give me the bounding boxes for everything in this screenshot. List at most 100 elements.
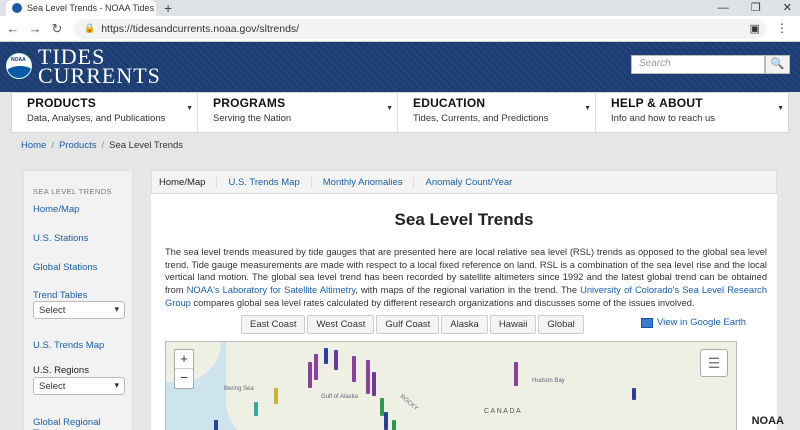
- trend-arrow-purple[interactable]: [314, 354, 318, 380]
- tides-currents-logo[interactable]: NOAA TIDES CURRENTS: [6, 46, 161, 88]
- trend-arrow-purple[interactable]: [308, 362, 312, 388]
- nav-title: PROGRAMS: [213, 96, 286, 110]
- region-east-coast-button[interactable]: East Coast: [241, 315, 306, 334]
- trend-arrow-purple[interactable]: [352, 356, 356, 382]
- region-buttons: East Coast West Coast Gulf Coast Alaska …: [241, 315, 584, 334]
- search-button[interactable]: 🔍: [765, 55, 790, 74]
- noaa-emblem-icon: NOAA: [6, 53, 32, 79]
- intro-paragraph: The sea level trends measured by tide ga…: [165, 246, 767, 310]
- google-earth-icon: [641, 317, 653, 328]
- layers-icon[interactable]: ☰: [700, 349, 728, 377]
- main-content: Home/Map U.S. Trends Map Monthly Anomali…: [151, 170, 777, 430]
- noaa-favicon-icon: [12, 3, 22, 13]
- address-bar: ← → ↻ 🔒 https://tidesandcurrents.noaa.go…: [0, 16, 800, 42]
- browser-menu-icon[interactable]: ⋮: [776, 21, 788, 35]
- search-input[interactable]: Search: [631, 55, 765, 74]
- reload-icon[interactable]: ↻: [48, 21, 66, 37]
- minimize-icon[interactable]: —: [718, 0, 729, 16]
- sidebar-item-us-stations[interactable]: U.S. Stations: [33, 233, 88, 244]
- trend-arrow-blue[interactable]: [324, 348, 328, 364]
- trend-arrow-blue[interactable]: [384, 412, 388, 430]
- sidebar-item-home-map[interactable]: Home/Map: [33, 204, 79, 215]
- nav-education[interactable]: EDUCATION Tides, Currents, and Predictio…: [398, 93, 596, 132]
- back-icon[interactable]: ←: [4, 21, 22, 36]
- hudson-bay-label: Hudson Bay: [532, 378, 565, 384]
- region-west-coast-button[interactable]: West Coast: [307, 315, 375, 334]
- close-window-icon[interactable]: ✕: [783, 0, 792, 16]
- sidebar: SEA LEVEL TRENDS Home/Map U.S. Stations …: [23, 170, 133, 430]
- logo-line2: CURRENTS: [38, 63, 161, 88]
- tab-anomaly-count[interactable]: Anomaly Count/Year: [413, 176, 523, 188]
- nav-products[interactable]: PRODUCTS Data, Analyses, and Publication…: [12, 93, 198, 132]
- tab-us-trends-map[interactable]: U.S. Trends Map: [216, 176, 310, 188]
- site-header: NOAA TIDES CURRENTS Search 🔍: [0, 42, 800, 92]
- trend-arrow-yellow[interactable]: [274, 388, 278, 404]
- sidebar-item-global-regional[interactable]: Global Regional Trends: [33, 417, 132, 430]
- breadcrumb: Home / Products / Sea Level Trends: [21, 140, 183, 151]
- nav-title: PRODUCTS: [27, 96, 96, 110]
- bering-sea-label: Bering Sea: [224, 386, 254, 392]
- breadcrumb-products[interactable]: Products: [59, 140, 97, 151]
- caret-down-icon: ▼: [584, 105, 591, 112]
- page-title: Sea Level Trends: [394, 210, 534, 229]
- region-hawaii-button[interactable]: Hawaii: [489, 315, 537, 334]
- trend-arrow-purple[interactable]: [514, 362, 518, 386]
- sea-level-map[interactable]: Bering Sea Gulf of Alaska Hudson Bay ROC…: [165, 341, 737, 430]
- noaa-altimetry-link[interactable]: NOAA's Laboratory for Satellite Altimetr…: [187, 285, 356, 295]
- zoom-out-button[interactable]: −: [175, 369, 193, 388]
- nav-title: EDUCATION: [413, 96, 486, 110]
- sidebar-item-trend-tables[interactable]: Trend Tables: [33, 290, 87, 301]
- window-controls: — ❐ ✕: [718, 0, 792, 16]
- noaa-footer-mark: NOAA: [751, 415, 784, 427]
- new-tab-icon[interactable]: +: [164, 0, 172, 16]
- canada-label: CANADA: [484, 408, 523, 415]
- logo-text: TIDES CURRENTS: [38, 46, 161, 88]
- gulf-of-alaska-label: Gulf of Alaska: [321, 394, 359, 400]
- us-regions-select[interactable]: Select: [33, 377, 125, 395]
- restore-icon[interactable]: ❐: [751, 0, 761, 16]
- nav-subtitle: Tides, Currents, and Predictions: [413, 113, 549, 124]
- trend-arrow-purple[interactable]: [334, 350, 338, 370]
- intro-text: compares global sea level rates calculat…: [190, 297, 695, 308]
- nav-title: HELP & ABOUT: [611, 96, 703, 110]
- nav-subtitle: Info and how to reach us: [611, 113, 716, 124]
- nav-programs[interactable]: PROGRAMS Serving the Nation ▼: [198, 93, 398, 132]
- breadcrumb-separator: /: [51, 140, 54, 151]
- forward-icon[interactable]: →: [26, 21, 44, 36]
- tab-title: Sea Level Trends - NOAA Tides &: [27, 3, 156, 13]
- google-earth-label: View in Google Earth: [657, 317, 747, 328]
- google-earth-link[interactable]: View in Google Earth: [641, 317, 746, 328]
- sidebar-item-global-stations[interactable]: Global Stations: [33, 262, 97, 273]
- trend-arrow-blue[interactable]: [632, 388, 636, 400]
- trend-tables-select[interactable]: Select: [33, 301, 125, 319]
- region-gulf-coast-button[interactable]: Gulf Coast: [376, 315, 440, 334]
- breadcrumb-separator: /: [101, 140, 105, 151]
- extension-icon[interactable]: ▣: [750, 22, 760, 35]
- nav-subtitle: Serving the Nation: [213, 113, 292, 124]
- trend-arrow-blue[interactable]: [214, 420, 218, 430]
- tab-monthly-anomalies[interactable]: Monthly Anomalies: [310, 176, 414, 188]
- north-america-land: [226, 342, 736, 430]
- browser-tab[interactable]: Sea Level Trends - NOAA Tides & ✕: [6, 0, 156, 16]
- region-global-button[interactable]: Global: [538, 315, 584, 334]
- caret-down-icon: ▼: [386, 105, 393, 112]
- trend-arrow-purple[interactable]: [366, 360, 370, 394]
- sidebar-item-us-trends-map[interactable]: U.S. Trends Map: [33, 340, 104, 351]
- url-field[interactable]: 🔒 https://tidesandcurrents.noaa.gov/sltr…: [74, 18, 766, 39]
- sidebar-heading: SEA LEVEL TRENDS: [33, 187, 112, 196]
- trend-arrow-purple[interactable]: [372, 372, 376, 396]
- trend-arrow-green[interactable]: [392, 420, 396, 430]
- intro-text: , with maps of the regional variation in…: [355, 285, 581, 296]
- breadcrumb-home[interactable]: Home: [21, 140, 46, 151]
- caret-down-icon: ▼: [777, 105, 784, 112]
- nav-help-about[interactable]: HELP & ABOUT Info and how to reach us ▼: [596, 93, 788, 132]
- tab-home-map[interactable]: Home/Map: [152, 177, 216, 188]
- us-regions-label: U.S. Regions: [33, 365, 89, 376]
- trend-arrow-teal[interactable]: [254, 402, 258, 416]
- map-zoom-control: + −: [174, 349, 194, 389]
- lock-icon: 🔒: [84, 23, 96, 33]
- region-alaska-button[interactable]: Alaska: [441, 315, 488, 334]
- breadcrumb-current: Sea Level Trends: [109, 140, 184, 151]
- zoom-in-button[interactable]: +: [175, 350, 193, 369]
- search-icon: 🔍: [770, 58, 785, 70]
